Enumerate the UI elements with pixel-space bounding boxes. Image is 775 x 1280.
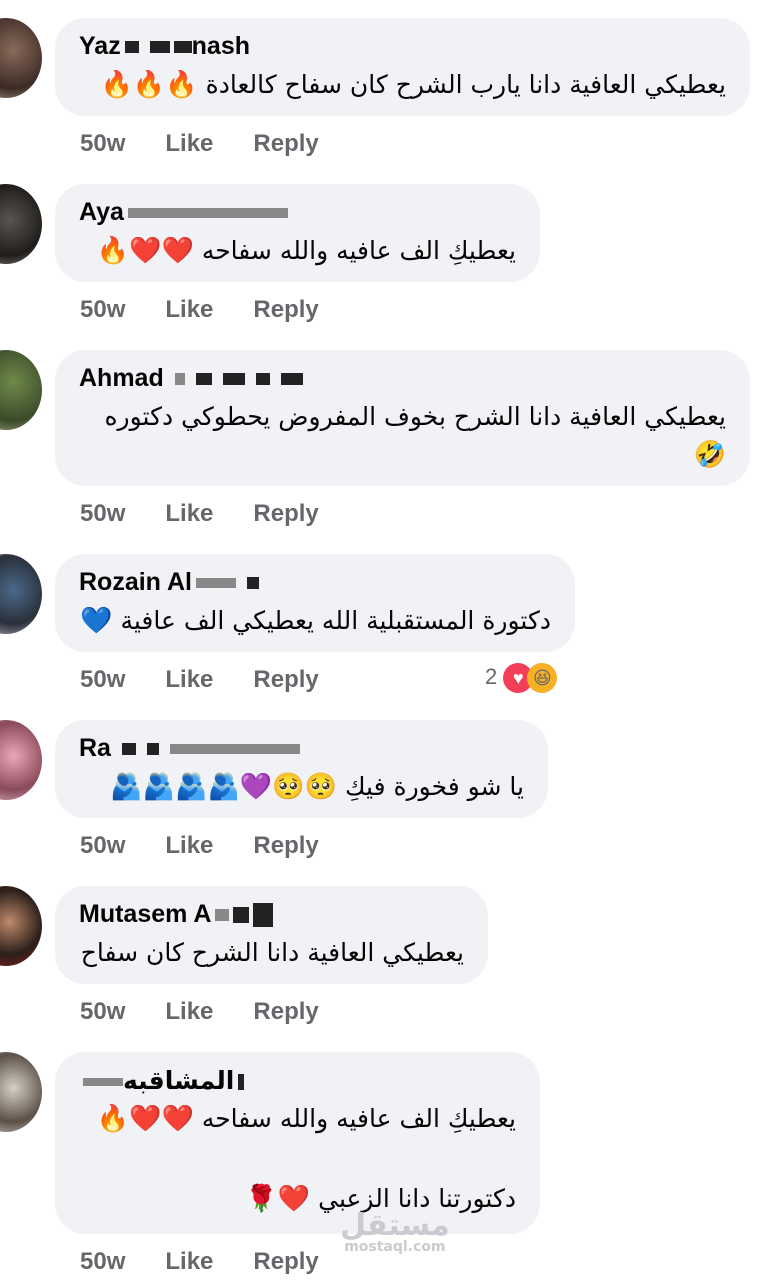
redaction <box>146 743 159 756</box>
timestamp[interactable]: 50w <box>80 666 125 694</box>
reaction-count: 2 <box>485 663 498 689</box>
comment-actions: 50w Like Reply <box>80 296 359 324</box>
reaction-summary[interactable]: 2 ♥ 😆 <box>485 663 558 693</box>
comment-author[interactable]: Mutasem A <box>79 900 274 929</box>
like-button[interactable]: Like <box>165 666 213 694</box>
comment-author[interactable]: المشاقبه <box>79 1066 245 1096</box>
comment-author[interactable]: Aya <box>79 198 288 227</box>
redaction <box>253 903 274 928</box>
comment-author[interactable]: Ahmad <box>79 364 303 393</box>
redaction <box>127 208 288 219</box>
reply-button[interactable]: Reply <box>253 500 318 528</box>
reply-button[interactable]: Reply <box>253 130 318 158</box>
redaction <box>238 1074 245 1091</box>
like-button[interactable]: Like <box>165 296 213 324</box>
comment-bubble: Mutasem A يعطيكي العافية دانا الشرح كان … <box>55 886 488 984</box>
comment-text: يعطيكِ الف عافيه والله سفاحه ❤️❤️🔥 <box>96 236 516 266</box>
avatar[interactable] <box>0 184 42 264</box>
avatar[interactable] <box>0 886 42 966</box>
heart-rose-emoji: ❤️🌹 <box>245 1184 311 1214</box>
redaction <box>195 578 236 589</box>
reply-button[interactable]: Reply <box>253 998 318 1026</box>
timestamp[interactable]: 50w <box>80 296 125 324</box>
comment-text: دكتورة المستقبلية الله يعطيكي الف عافية … <box>80 606 551 636</box>
like-button[interactable]: Like <box>165 130 213 158</box>
comment-bubble: Ahmad يعطيكي العافية دانا الشرح بخوف الم… <box>55 350 750 486</box>
redaction <box>173 41 192 54</box>
timestamp[interactable]: 50w <box>80 998 125 1026</box>
redaction <box>149 41 170 54</box>
timestamp[interactable]: 50w <box>80 500 125 528</box>
comment-text: يا شو فخورة فيكِ 🥺🥺💜🫂🫂🫂🫂 <box>110 772 524 802</box>
redaction <box>215 909 230 922</box>
like-button[interactable]: Like <box>165 500 213 528</box>
comment-actions: 50w Like Reply <box>80 832 359 860</box>
fire-emoji: 🔥🔥🔥 <box>100 70 198 100</box>
heart-fire-emoji: ❤️❤️🔥 <box>96 236 194 266</box>
redaction <box>255 373 270 386</box>
comment-actions: 50w Like Reply <box>80 500 359 528</box>
reply-button[interactable]: Reply <box>253 296 318 324</box>
comment-actions: 50w Like Reply <box>80 998 359 1026</box>
avatar[interactable] <box>0 720 42 800</box>
timestamp[interactable]: 50w <box>80 1248 125 1276</box>
redaction <box>246 577 259 590</box>
comment-text-line-2: 🤣 <box>694 440 726 470</box>
comment-actions: 50w Like Reply <box>80 1248 359 1276</box>
comment-bubble: Aya يعطيكِ الف عافيه والله سفاحه ❤️❤️🔥 <box>55 184 540 282</box>
avatar[interactable] <box>0 1052 42 1132</box>
like-button[interactable]: Like <box>165 1248 213 1276</box>
redaction <box>124 41 139 54</box>
redaction <box>174 373 185 386</box>
comment-text: يعطيكي العافية دانا الشرح كان سفاح <box>80 938 464 967</box>
redaction <box>121 743 136 756</box>
reply-button[interactable]: Reply <box>253 666 318 694</box>
comment-bubble: Ra يا شو فخورة فيكِ 🥺🥺💜🫂🫂🫂🫂 <box>55 720 548 818</box>
comment-author[interactable]: Yaz nash <box>79 32 250 61</box>
reply-button[interactable]: Reply <box>253 832 318 860</box>
comment-actions: 50w Like Reply <box>80 666 359 694</box>
heart-fire-emoji: ❤️❤️🔥 <box>96 1104 194 1134</box>
comment-bubble: المشاقبه يعطيكِ الف عافيه والله سفاحه ❤️… <box>55 1052 540 1234</box>
laughing-emoji: 🤣 <box>693 440 726 470</box>
redaction <box>233 907 250 924</box>
redaction <box>280 373 303 386</box>
reply-button[interactable]: Reply <box>253 1248 318 1276</box>
like-button[interactable]: Like <box>165 832 213 860</box>
comment-bubble: Rozain Al دكتورة المستقبلية الله يعطيكي … <box>55 554 575 652</box>
redaction <box>169 744 300 755</box>
comment-text: يعطيكِ الف عافيه والله سفاحه ❤️❤️🔥 <box>96 1104 516 1134</box>
redaction <box>195 373 212 386</box>
redaction <box>83 1078 123 1087</box>
comment-bubble: Yaz nash يعطيكي العافية دانا يارب الشرح … <box>55 18 750 116</box>
comment-author[interactable]: Ra <box>79 734 300 763</box>
blue-heart-emoji: 💙 <box>80 606 113 636</box>
avatar[interactable] <box>0 350 42 430</box>
like-button[interactable]: Like <box>165 998 213 1026</box>
redaction <box>222 373 245 386</box>
timestamp[interactable]: 50w <box>80 130 125 158</box>
haha-reaction-icon: 😆 <box>527 663 558 693</box>
timestamp[interactable]: 50w <box>80 832 125 860</box>
avatar[interactable] <box>0 554 42 634</box>
avatar[interactable] <box>0 18 42 98</box>
pleading-heart-hug-emoji: 🥺🥺💜🫂🫂🫂🫂 <box>110 772 338 802</box>
comment-actions: 50w Like Reply <box>80 130 359 158</box>
watermark: مستقل mostaql.com <box>340 1208 450 1255</box>
comment-author[interactable]: Rozain Al <box>79 568 259 597</box>
comment-text: يعطيكي العافية دانا يارب الشرح كان سفاح … <box>100 70 726 100</box>
comment-text: يعطيكي العافية دانا الشرح بخوف المفروض ي… <box>104 402 726 431</box>
